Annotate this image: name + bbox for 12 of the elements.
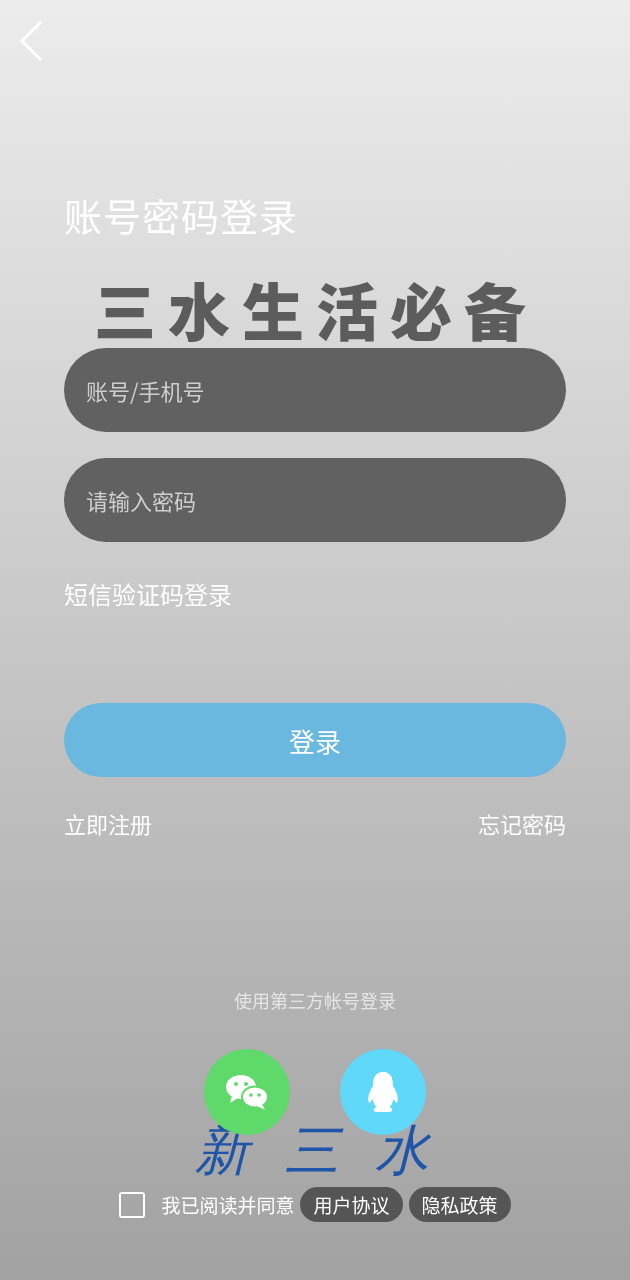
- input-field[interactable]: 账号/手机号: [64, 348, 566, 432]
- forgot-password-link[interactable]: 忘记密码: [478, 807, 566, 839]
- policy-link[interactable]: 隐私政策: [408, 1187, 511, 1222]
- slogan-text: 三水生活必备: [94, 274, 539, 344]
- agreement-checkbox[interactable]: [119, 1191, 146, 1218]
- agreement-text: 我已阅读并同意: [161, 1191, 295, 1218]
- penguin-icon: [365, 1070, 401, 1114]
- chat-bubbles-icon: [224, 1073, 270, 1111]
- policy-link[interactable]: 用户协议: [300, 1187, 403, 1222]
- register-link[interactable]: 立即注册: [64, 807, 152, 839]
- input-field[interactable]: 请输入密码: [64, 458, 566, 542]
- login-button[interactable]: 登录: [64, 703, 566, 777]
